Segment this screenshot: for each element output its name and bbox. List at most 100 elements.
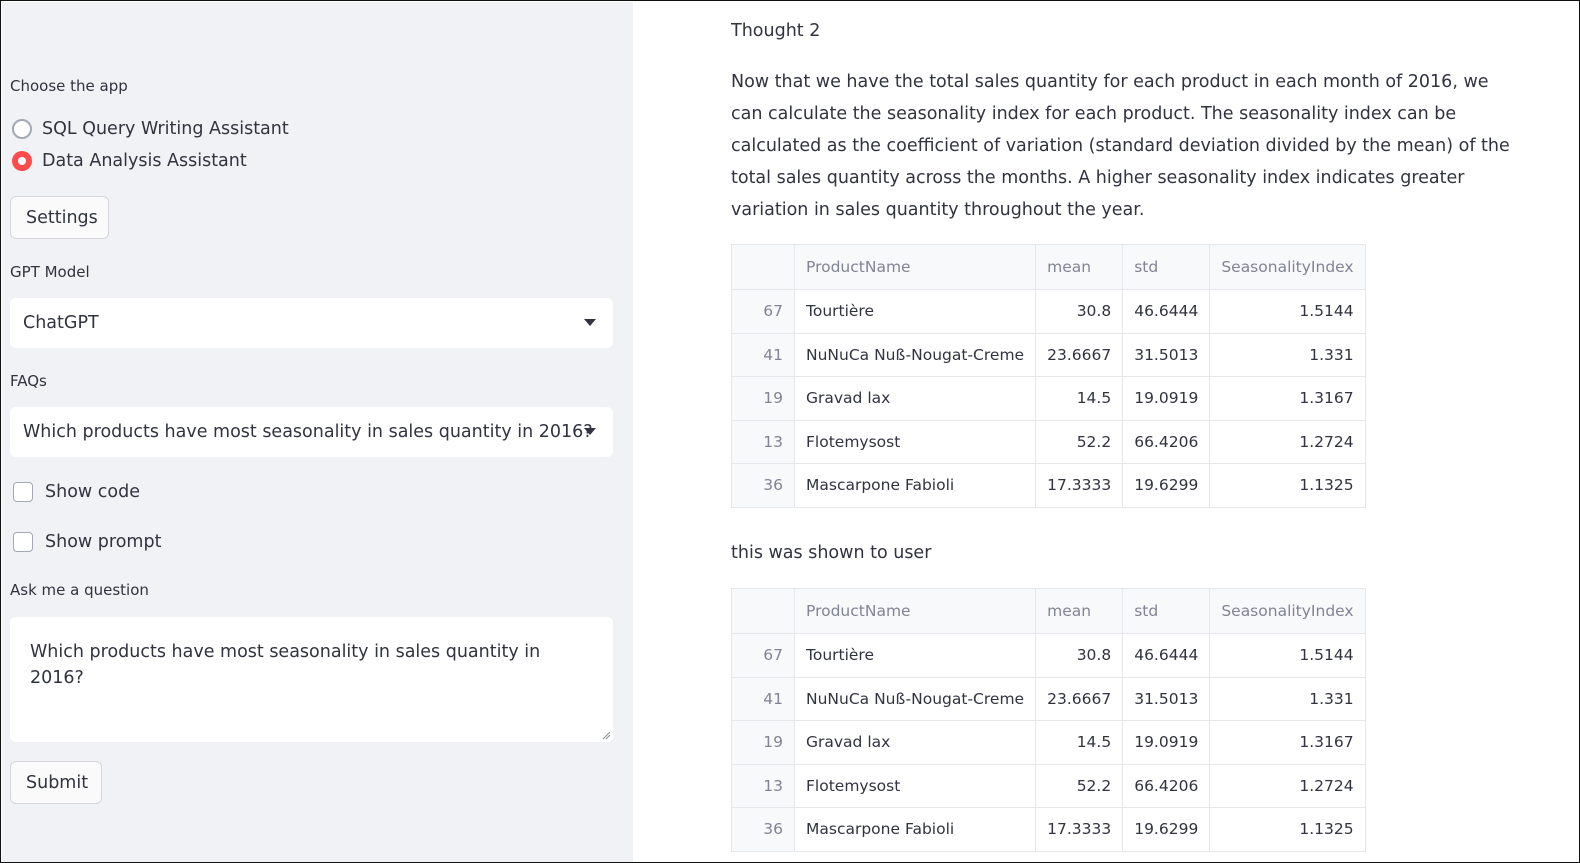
choose-app-label: Choose the app bbox=[10, 77, 128, 95]
resize-handle-icon[interactable] bbox=[601, 730, 611, 740]
question-text: Which products have most seasonality in … bbox=[30, 642, 541, 688]
table-cell: Tourtière bbox=[793, 633, 1037, 678]
row-index-cell: 67 bbox=[731, 289, 795, 334]
question-textarea[interactable]: Which products have most seasonality in … bbox=[10, 617, 613, 742]
table-cell: Tourtière bbox=[793, 289, 1037, 334]
table-cell: 1.1325 bbox=[1209, 463, 1366, 508]
table-cell: Gravad lax bbox=[793, 720, 1037, 765]
dataframe-table: ProductName mean std SeasonalityIndex 67 Tour… bbox=[731, 588, 1366, 852]
faqs-value: Which products have most seasonality in … bbox=[23, 422, 593, 442]
table-cell: Gravad lax bbox=[793, 376, 1037, 421]
ask-question-label: Ask me a question bbox=[10, 581, 149, 599]
row-index-cell: 36 bbox=[731, 463, 795, 508]
thought-title: Thought 2 bbox=[731, 21, 821, 41]
table-cell: Mascarpone Fabioli bbox=[793, 807, 1037, 852]
row-index-cell: 19 bbox=[731, 376, 795, 421]
table-row: 67 Tourtière 30.8 46.6444 1.5144 bbox=[731, 633, 1366, 678]
table-cell: 19.6299 bbox=[1122, 807, 1211, 852]
app-window: Choose the app SQL Query Writing Assista… bbox=[0, 0, 1580, 863]
main-content: Thought 2 Now that we have the total sal… bbox=[633, 2, 1579, 862]
table-header-row: ProductName mean std SeasonalityIndex bbox=[731, 588, 1366, 634]
show-code-label: Show code bbox=[45, 482, 140, 502]
show-code-checkbox[interactable]: Show code bbox=[13, 479, 140, 505]
column-header[interactable]: SeasonalityIndex bbox=[1209, 588, 1366, 634]
settings-button[interactable]: Settings bbox=[10, 196, 109, 239]
row-index-cell: 13 bbox=[731, 763, 795, 808]
row-index-cell: 41 bbox=[731, 676, 795, 721]
table-cell: NuNuCa Nuß-Nougat-Creme bbox=[793, 676, 1037, 721]
radio-sql-assistant[interactable]: SQL Query Writing Assistant bbox=[12, 117, 289, 141]
table-cell: 52.2 bbox=[1035, 419, 1124, 464]
checkbox-icon bbox=[13, 532, 33, 552]
column-header[interactable]: ProductName bbox=[793, 244, 1037, 290]
radio-unchecked-icon bbox=[12, 119, 32, 139]
table-cell: 30.8 bbox=[1035, 289, 1124, 334]
table-cell: Flotemysost bbox=[793, 419, 1037, 464]
table-cell: 30.8 bbox=[1035, 633, 1124, 678]
table-cell: 1.1325 bbox=[1209, 807, 1366, 852]
faqs-select[interactable]: Which products have most seasonality in … bbox=[10, 407, 613, 457]
submit-button[interactable]: Submit bbox=[10, 761, 102, 804]
gpt-model-select[interactable]: ChatGPT bbox=[10, 298, 613, 348]
table-cell: 66.4206 bbox=[1122, 419, 1211, 464]
dataframe-table: ProductName mean std SeasonalityIndex 67 Tour… bbox=[731, 244, 1366, 508]
column-header[interactable]: ProductName bbox=[793, 588, 1037, 634]
table-cell: 1.2724 bbox=[1209, 763, 1366, 808]
table-cell: 31.5013 bbox=[1122, 332, 1211, 377]
table-row: 67 Tourtière 30.8 46.6444 1.5144 bbox=[731, 289, 1366, 334]
row-index-cell: 19 bbox=[731, 720, 795, 765]
radio-checked-icon bbox=[12, 151, 32, 171]
table-cell: 23.6667 bbox=[1035, 332, 1124, 377]
checkbox-icon bbox=[13, 482, 33, 502]
table-cell: 1.5144 bbox=[1209, 633, 1366, 678]
table-row: 13 Flotemysost 52.2 66.4206 1.2724 bbox=[731, 419, 1366, 464]
gpt-model-label: GPT Model bbox=[10, 263, 90, 281]
radio-label: SQL Query Writing Assistant bbox=[42, 119, 289, 139]
show-prompt-label: Show prompt bbox=[45, 532, 162, 552]
sidebar: Choose the app SQL Query Writing Assista… bbox=[2, 2, 633, 862]
table-cell: Mascarpone Fabioli bbox=[793, 463, 1037, 508]
table-cell: NuNuCa Nuß-Nougat-Creme bbox=[793, 332, 1037, 377]
table-header-row: ProductName mean std SeasonalityIndex bbox=[731, 244, 1366, 290]
table-row: 41 NuNuCa Nuß-Nougat-Creme 23.6667 31.5013 1… bbox=[731, 676, 1366, 721]
table-cell: 1.331 bbox=[1209, 332, 1366, 377]
row-index-cell: 41 bbox=[731, 332, 795, 377]
table-row: 41 NuNuCa Nuß-Nougat-Creme 23.6667 31.5013 1… bbox=[731, 332, 1366, 377]
show-prompt-checkbox[interactable]: Show prompt bbox=[13, 529, 161, 555]
table-cell: 52.2 bbox=[1035, 763, 1124, 808]
table-cell: 23.6667 bbox=[1035, 676, 1124, 721]
row-index-cell: 67 bbox=[731, 633, 795, 678]
table-row: 13 Flotemysost 52.2 66.4206 1.2724 bbox=[731, 763, 1366, 808]
radio-label: Data Analysis Assistant bbox=[42, 151, 247, 171]
table-cell: 1.5144 bbox=[1209, 289, 1366, 334]
chevron-down-icon bbox=[584, 428, 596, 435]
row-index-cell: 36 bbox=[731, 807, 795, 852]
row-index-cell: 13 bbox=[731, 419, 795, 464]
table-cell: 19.0919 bbox=[1122, 720, 1211, 765]
faqs-label: FAQs bbox=[10, 372, 47, 390]
table-cell: 1.2724 bbox=[1209, 419, 1366, 464]
table-row: 36 Mascarpone Fabioli 17.3333 19.6299 1.1325 bbox=[731, 463, 1366, 508]
table-cell: 19.6299 bbox=[1122, 463, 1211, 508]
table-cell: 1.331 bbox=[1209, 676, 1366, 721]
table-cell: 46.6444 bbox=[1122, 633, 1211, 678]
table-cell: 17.3333 bbox=[1035, 807, 1124, 852]
table-row: 36 Mascarpone Fabioli 17.3333 19.6299 1.1325 bbox=[731, 807, 1366, 852]
table-cell: 14.5 bbox=[1035, 720, 1124, 765]
column-header[interactable]: mean bbox=[1035, 588, 1124, 634]
column-header[interactable]: SeasonalityIndex bbox=[1209, 244, 1366, 290]
column-header[interactable]: std bbox=[1122, 588, 1211, 634]
thought-text: Now that we have the total sales quantit… bbox=[731, 72, 1510, 220]
table-cell: 1.3167 bbox=[1209, 376, 1366, 421]
radio-data-analysis-assistant[interactable]: Data Analysis Assistant bbox=[12, 149, 247, 173]
table-cell: 31.5013 bbox=[1122, 676, 1211, 721]
column-header[interactable] bbox=[731, 588, 795, 634]
shown-to-user-text: this was shown to user bbox=[731, 543, 932, 563]
column-header[interactable]: mean bbox=[1035, 244, 1124, 290]
table-row: 19 Gravad lax 14.5 19.0919 1.3167 bbox=[731, 720, 1366, 765]
column-header[interactable]: std bbox=[1122, 244, 1211, 290]
table-cell: 46.6444 bbox=[1122, 289, 1211, 334]
column-header[interactable] bbox=[731, 244, 795, 290]
table-cell: 17.3333 bbox=[1035, 463, 1124, 508]
table-cell: 1.3167 bbox=[1209, 720, 1366, 765]
